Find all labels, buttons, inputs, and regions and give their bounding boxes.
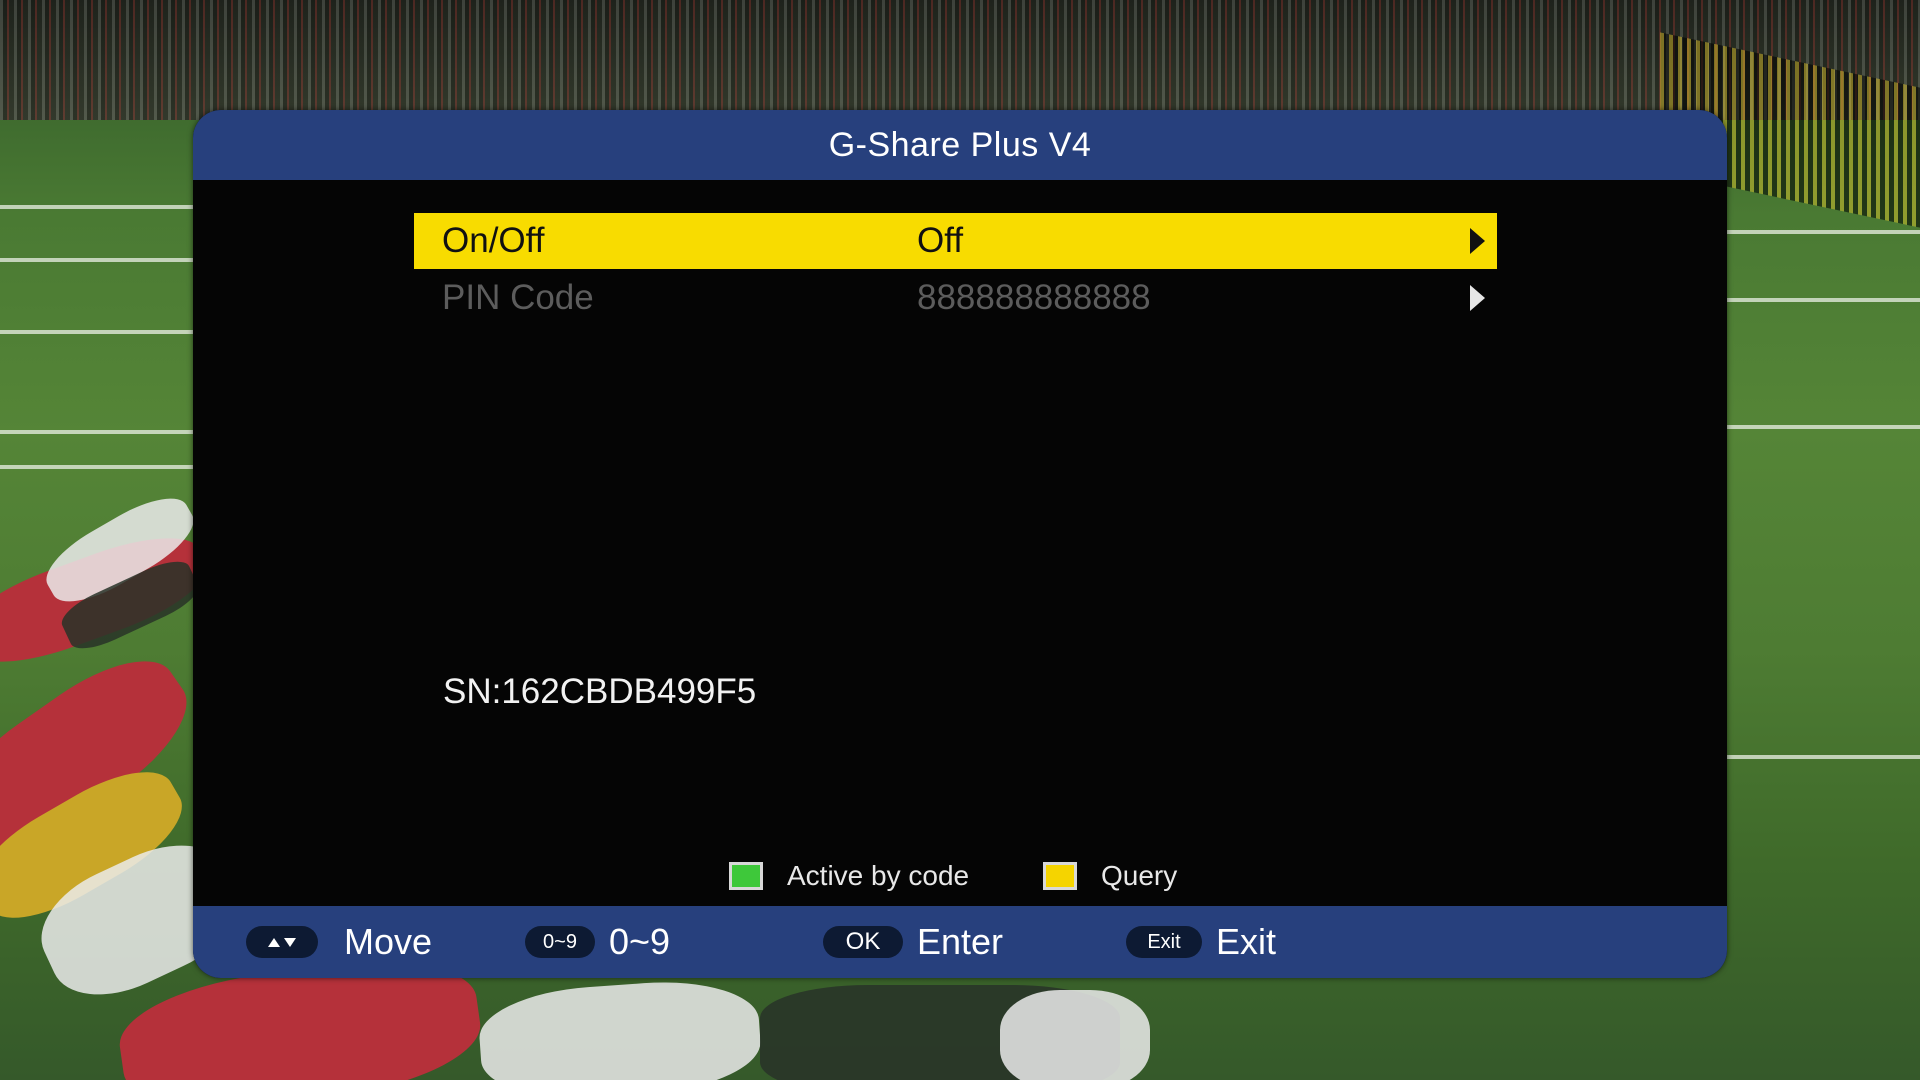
- on-off-label: On/Off: [442, 221, 545, 260]
- right-arrow-icon: [1470, 285, 1485, 311]
- dialog-title: G-Share Plus V4: [828, 125, 1092, 164]
- legend-label: Query: [1101, 860, 1178, 891]
- field-paint: [1000, 990, 1150, 1080]
- pin-code-label: PIN Code: [442, 278, 594, 317]
- hint-digits: 0~9 0~9: [525, 906, 670, 978]
- g-share-dialog: G-Share Plus V4 On/Off Off PIN Code 8888…: [193, 110, 1727, 978]
- hint-enter: OK Enter: [823, 906, 1003, 978]
- menu-row-pin-code[interactable]: PIN Code 888888888888: [414, 270, 1497, 326]
- up-down-arrows-icon: [246, 926, 318, 958]
- key-exit-badge: Exit: [1126, 926, 1202, 958]
- yard-line: [1725, 230, 1920, 234]
- hint-exit: Exit Exit: [1126, 906, 1276, 978]
- key-0-9-badge: 0~9: [525, 926, 595, 958]
- footer-hint-bar: Move 0~9 0~9 OK Enter Exit Exit: [193, 906, 1727, 978]
- serial-number: SN:162CBDB499F5: [443, 672, 757, 711]
- yard-line: [1725, 755, 1920, 759]
- hint-label: Move: [344, 921, 433, 962]
- hint-label: Exit: [1216, 921, 1277, 962]
- green-key-icon: [729, 862, 763, 890]
- yard-line: [0, 205, 200, 209]
- yard-line: [1725, 425, 1920, 429]
- legend-query: Query: [1043, 856, 1177, 896]
- right-arrow-icon: [1470, 228, 1485, 254]
- pin-code-value: 888888888888: [917, 278, 1151, 317]
- on-off-value: Off: [917, 221, 964, 260]
- yard-line: [0, 430, 200, 434]
- yard-line: [0, 258, 200, 262]
- hint-label: 0~9: [609, 921, 671, 962]
- stadium-crowd: [0, 0, 1920, 120]
- hint-label: Enter: [917, 921, 1004, 962]
- yard-line: [0, 330, 200, 334]
- dialog-header: G-Share Plus V4: [193, 110, 1727, 180]
- yellow-key-icon: [1043, 862, 1077, 890]
- legend-active-by-code: Active by code: [729, 856, 969, 896]
- legend-label: Active by code: [787, 860, 970, 891]
- hint-move: Move: [246, 906, 432, 978]
- yard-line: [1725, 298, 1920, 302]
- key-ok-badge: OK: [823, 926, 903, 958]
- yard-line: [0, 465, 200, 469]
- menu-row-on-off[interactable]: On/Off Off: [414, 213, 1497, 269]
- field-paint: [476, 975, 764, 1080]
